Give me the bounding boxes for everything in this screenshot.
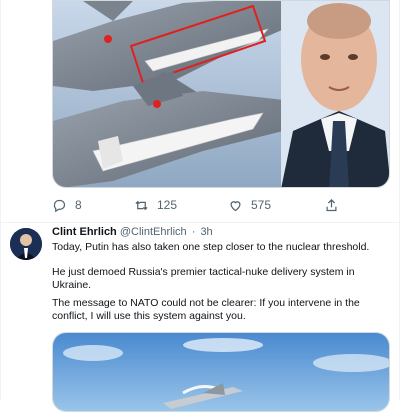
retweet-icon: [135, 200, 148, 210]
reply-icon: [53, 199, 66, 212]
missile-launch-image: [53, 333, 389, 411]
tweet-paragraph-3: The message to NATO could not be clearer…: [52, 297, 360, 322]
like-count: 575: [251, 198, 272, 212]
tweet-action-bar: 8 125 575: [52, 196, 390, 214]
header-separator: ·: [191, 226, 196, 238]
tweet-divider: [0, 222, 400, 223]
author-handle[interactable]: @ClintEhrlich: [120, 226, 187, 238]
tweet-timestamp[interactable]: 3h: [200, 226, 212, 238]
jet-and-portrait-image: [53, 1, 389, 187]
share-icon: [326, 198, 337, 211]
reply-button[interactable]: 8: [52, 196, 82, 214]
like-icon: [230, 200, 241, 211]
tweet-paragraph-2: He just demoed Russia's premier tactical…: [52, 266, 355, 291]
reply-count: 8: [75, 198, 82, 212]
tweet-header: Clint Ehrlich @ClintEhrlich · 3h: [52, 226, 213, 238]
retweet-count: 125: [157, 198, 178, 212]
retweet-button[interactable]: 125: [134, 196, 177, 214]
tweet-paragraph-1: Today, Putin has also taken one step clo…: [52, 241, 370, 253]
tweet-media-image-2[interactable]: [52, 332, 390, 412]
author-name[interactable]: Clint Ehrlich: [52, 226, 117, 238]
timeline-left-border: [0, 0, 1, 400]
tweet-media-image[interactable]: [52, 0, 390, 188]
avatar-image: [10, 228, 42, 260]
share-button[interactable]: [324, 196, 339, 214]
avatar[interactable]: [10, 228, 42, 260]
like-button[interactable]: 575: [228, 196, 271, 214]
